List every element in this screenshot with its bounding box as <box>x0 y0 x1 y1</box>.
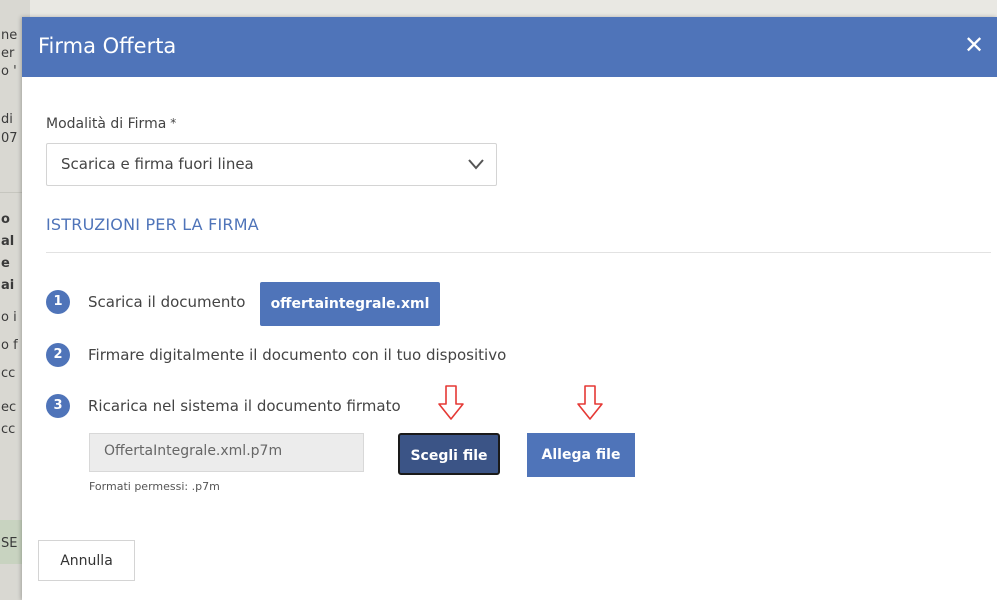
background-text: SE <box>1 536 18 551</box>
background-text: ne <box>1 28 18 43</box>
cancel-button[interactable]: Annulla <box>38 540 135 581</box>
background-text: cc <box>1 422 16 437</box>
background-text: o <box>1 212 10 227</box>
background-text: al <box>1 234 15 249</box>
arrow-down-icon <box>438 385 464 420</box>
signature-mode-value: Scarica e firma fuori linea <box>61 155 254 173</box>
download-document-button[interactable]: offertaintegrale.xml <box>260 282 440 326</box>
background-text: o i <box>1 310 17 325</box>
modal-header: Firma Offerta ✕ <box>22 17 997 77</box>
background-text: o ' <box>1 64 17 79</box>
modal-title: Firma Offerta <box>38 34 177 58</box>
attach-file-button[interactable]: Allega file <box>527 433 635 477</box>
uploaded-file-field[interactable]: OffertaIntegrale.xml.p7m <box>89 433 364 472</box>
arrow-down-icon <box>577 385 603 420</box>
background-text: er <box>1 46 15 61</box>
signature-mode-select[interactable]: Scarica e firma fuori linea <box>46 143 497 186</box>
signature-mode-label-text: Modalità di Firma <box>46 116 167 132</box>
background-text: cc <box>1 366 16 381</box>
chevron-down-icon <box>468 159 484 170</box>
step-number: 3 <box>46 394 70 418</box>
background-text: 07 <box>1 131 18 146</box>
sign-offer-modal: Firma Offerta ✕ Modalità di Firma * Scari… <box>22 17 997 600</box>
step-text: Ricarica nel sistema il documento firmat… <box>88 397 401 415</box>
allowed-formats-hint: Formati permessi: .p7m <box>89 480 220 493</box>
step-number: 2 <box>46 343 70 367</box>
step-number: 1 <box>46 290 70 314</box>
background-text: e <box>1 256 10 271</box>
instructions-title: ISTRUZIONI PER LA FIRMA <box>46 215 259 234</box>
step-text: Scarica il documento <box>88 293 246 311</box>
uploaded-file-name: OffertaIntegrale.xml.p7m <box>104 443 283 459</box>
background-text: ai <box>1 278 15 293</box>
background-text: o f <box>1 338 18 353</box>
choose-file-button[interactable]: Scegli file <box>398 433 500 475</box>
section-divider <box>46 252 991 253</box>
signature-mode-label: Modalità di Firma * <box>46 116 176 132</box>
required-mark: * <box>170 116 177 130</box>
step-text: Firmare digitalmente il documento con il… <box>88 346 507 364</box>
background-text: ec <box>1 400 17 415</box>
background-text: di <box>1 112 13 127</box>
close-icon[interactable]: ✕ <box>959 30 989 60</box>
